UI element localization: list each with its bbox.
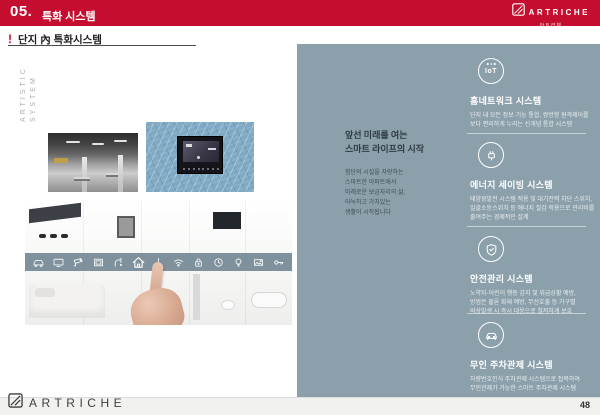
system-safety: 안전관리 시스템 노약자·어린이 행동 감지 및 위급상황 예방, 방범은 물론… <box>470 236 590 317</box>
section-divider <box>467 133 586 134</box>
pillow <box>35 288 55 297</box>
subheader-mark: ! <box>8 32 12 46</box>
side-label-line2: SYSTEM <box>30 52 37 122</box>
system-title: 안전관리 시스템 <box>470 272 590 285</box>
pointing-hand <box>125 262 195 325</box>
screen-widget <box>186 144 192 147</box>
side-label: ARTISTIC SYSTEM <box>20 52 37 122</box>
footer-brand-name: ARTRICHE <box>29 396 126 410</box>
range-hood <box>29 203 81 223</box>
column <box>118 155 123 192</box>
photo-smart-home-collage <box>25 200 292 325</box>
system-desc: 차량번호인식 주차관제 시스템으로 접목하여 무인관제가 가능한 스마트 주차관… <box>470 376 590 394</box>
car-icon <box>32 256 45 269</box>
faucet-icon <box>112 256 125 269</box>
page-number: 48 <box>580 400 590 410</box>
bulb-icon <box>232 256 245 269</box>
tv-icon <box>52 256 65 269</box>
intro-body: 첨단의 시설을 자랑하는 스마트한 아파트에서 미래로운 보금자리의 삶, 아늑… <box>345 168 475 218</box>
cctv-icon <box>72 256 85 269</box>
picture-icon <box>252 256 265 269</box>
screen-widget <box>208 148 216 150</box>
section-title: 특화 시스템 <box>42 8 96 24</box>
system-title: 홈네트워크 시스템 <box>470 94 590 107</box>
car-icon <box>478 322 504 348</box>
brand-mark-icon <box>8 393 23 413</box>
smart-wallpad <box>177 136 223 174</box>
side-label-line1: ARTISTIC <box>20 52 27 122</box>
system-title: 에너지 세이빙 시스템 <box>470 178 590 191</box>
iot-icon: IoT <box>478 58 504 84</box>
tv <box>213 212 241 229</box>
bench <box>74 177 90 181</box>
section-divider <box>467 313 586 314</box>
system-parking: 무인 주차관제 시스템 차량번호인식 주차관제 시스템으로 접목하여 무인관제가… <box>470 322 590 394</box>
brand-name: ARTRICHE <box>529 8 590 17</box>
column <box>82 157 87 192</box>
footer-logo: ARTRICHE <box>8 393 126 413</box>
ceiling-light <box>92 143 104 145</box>
wallpad-screen <box>183 141 219 162</box>
oven <box>117 216 135 238</box>
subheader-underline <box>8 45 196 46</box>
intro-title: 앞선 미래를 여는 스마트 라이프의 시작 <box>345 128 475 156</box>
system-energy-saving: 에너지 세이빙 시스템 태양광발전 시스템 적용 및 대기전력 차단 스위치, … <box>470 142 590 223</box>
system-desc: 단지 내 모든 정보·기능 통합, 쌍방향 원격제어를 보다 편리하게 누리는 … <box>470 112 590 130</box>
intro-title-line1: 앞선 미래를 여는 <box>345 128 475 142</box>
system-desc: 태양광발전 시스템 적용 및 대기전력 차단 스위치, 일괄소등스위치 등 에너… <box>470 196 590 223</box>
bench <box>106 173 118 177</box>
ceiling-light <box>66 141 80 143</box>
ceiling-light <box>114 140 127 142</box>
toilet <box>221 300 235 310</box>
wallpad-buttons <box>183 168 219 170</box>
brand-mark-icon <box>512 3 525 21</box>
photo-grayscale-interior <box>48 133 138 192</box>
subheader: !단지 內 특화시스템 <box>8 30 292 48</box>
clock-icon <box>212 256 225 269</box>
bathtub <box>251 292 287 308</box>
system-title: 무인 주차관제 시스템 <box>470 358 590 371</box>
accent-shape <box>54 158 68 163</box>
section-divider <box>467 226 586 227</box>
system-home-network: IoT 홈네트워크 시스템 단지 내 모든 정보·기능 통합, 쌍방향 원격제어… <box>470 58 590 130</box>
cooktop <box>39 234 68 238</box>
screen-widget <box>197 156 200 159</box>
plug-icon <box>478 142 504 168</box>
photo-wallpad <box>146 122 254 192</box>
intro-block: 앞선 미래를 여는 스마트 라이프의 시작 첨단의 시설을 자랑하는 스마트한 … <box>345 128 475 218</box>
slide-page: 05. 특화 시스템 ARTRICHE 아트리체 !단지 內 특화시스템 ART… <box>0 0 600 415</box>
intro-title-line2: 스마트 라이프의 시작 <box>345 142 475 156</box>
header-bar: 05. 특화 시스템 ARTRICHE 아트리체 <box>0 0 600 26</box>
brand-tagline: 아트리체 <box>540 22 562 29</box>
shield-icon <box>478 236 504 262</box>
feature-panel: 앞선 미래를 여는 스마트 라이프의 시작 첨단의 시설을 자랑하는 스마트한 … <box>297 44 600 397</box>
section-number: 05. <box>10 3 32 20</box>
key-icon <box>272 256 285 269</box>
window-icon <box>92 256 105 269</box>
hand-fist <box>126 283 188 325</box>
header-logo: ARTRICHE 아트리체 <box>512 3 590 29</box>
